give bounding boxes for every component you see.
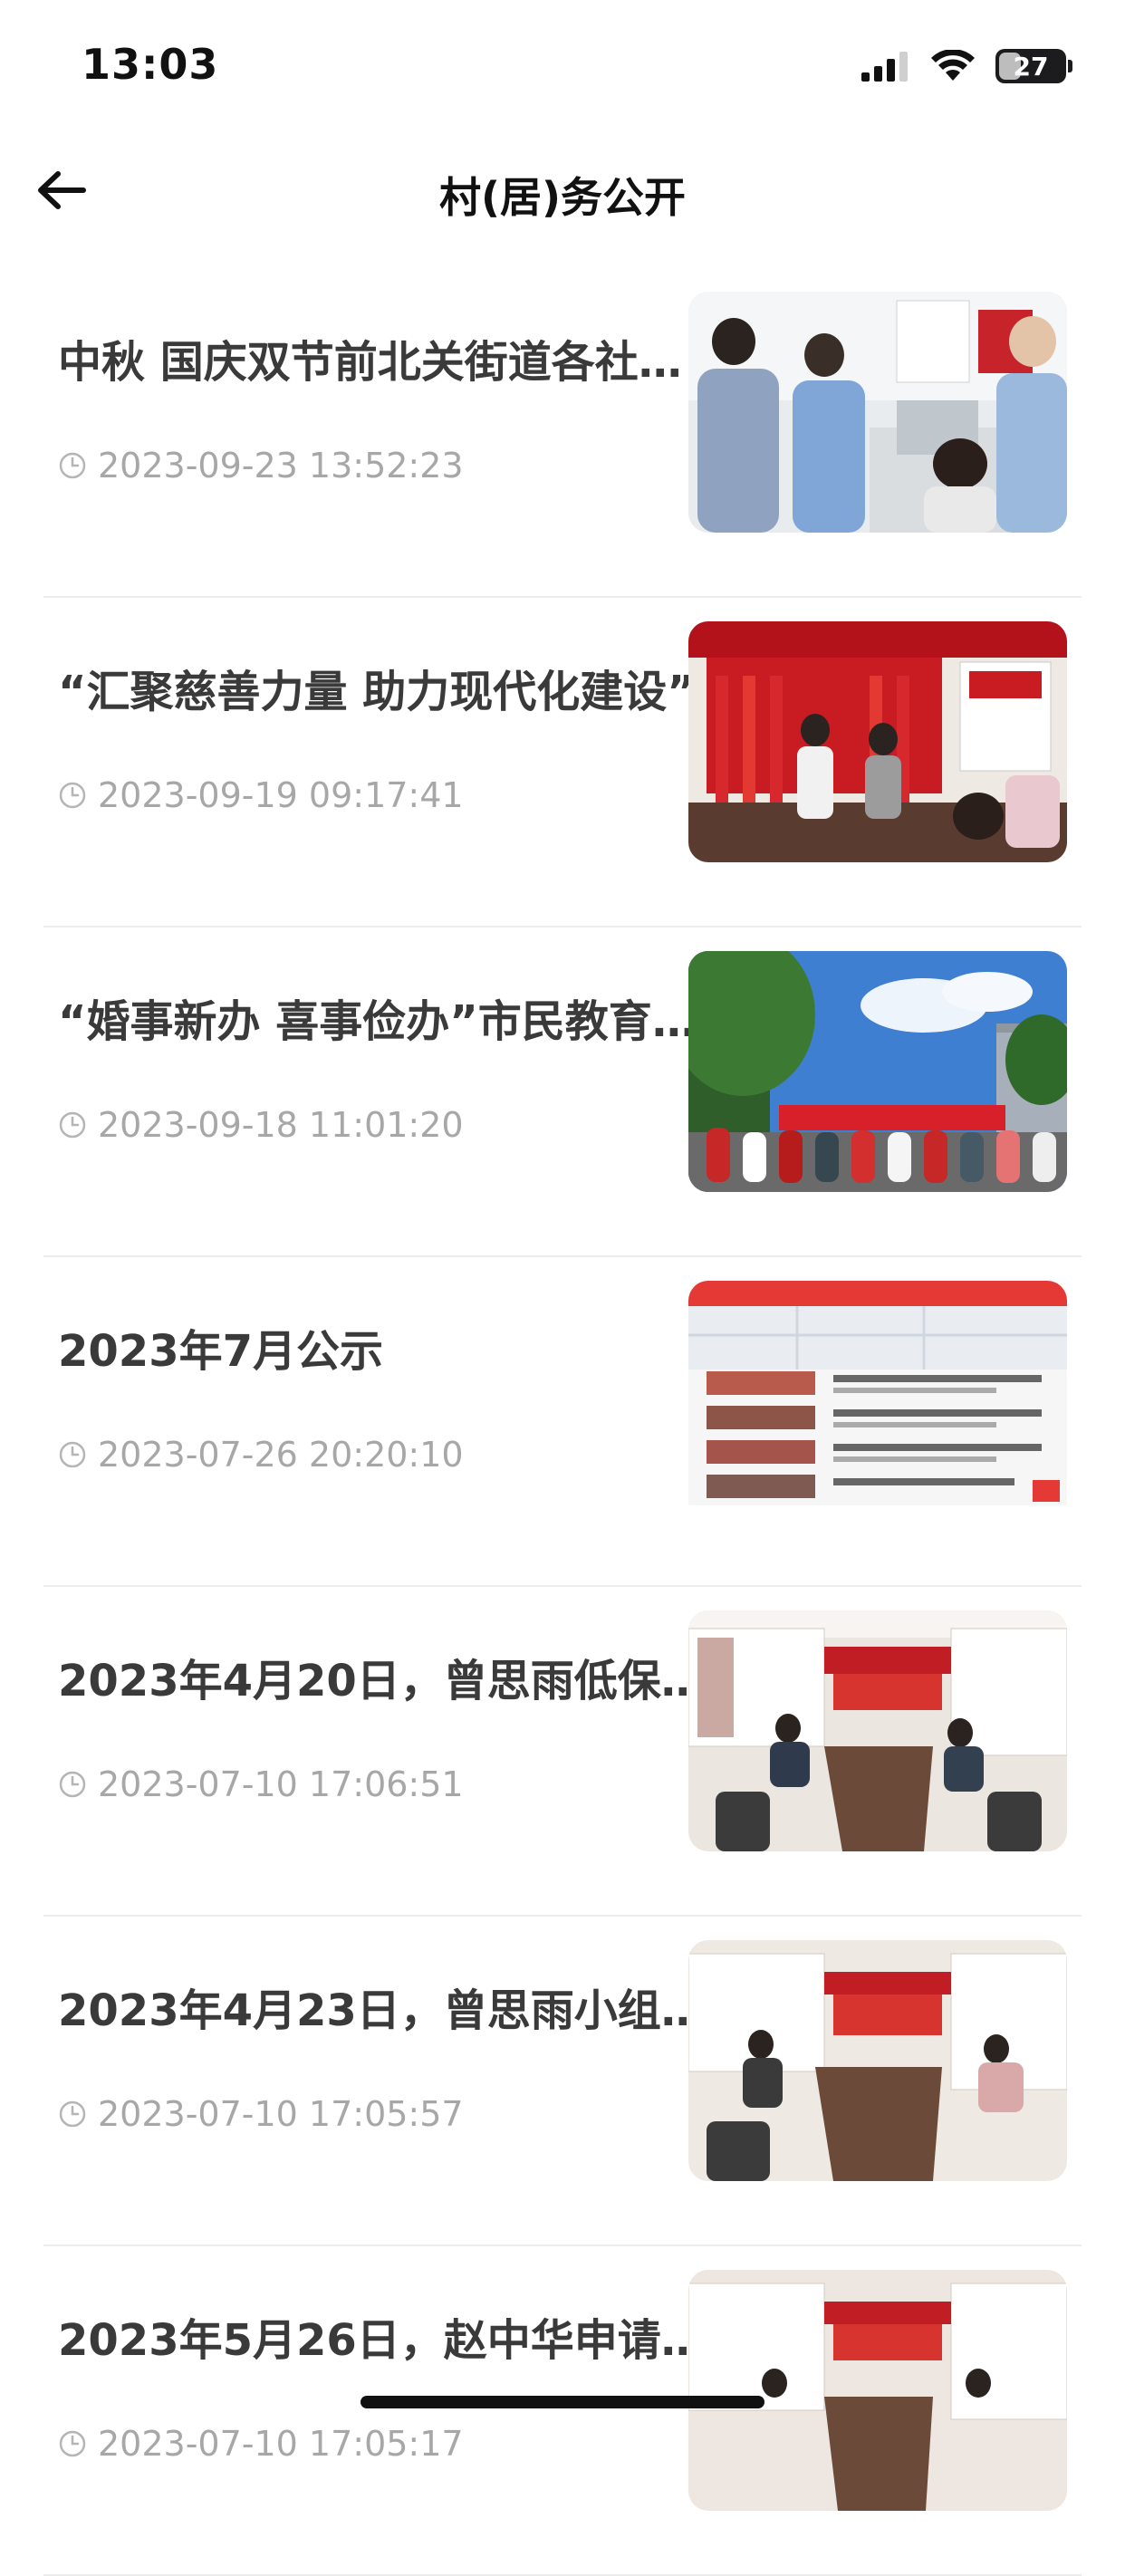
- article-date: 2023-07-10 17:05:17: [58, 2424, 464, 2464]
- article-thumbnail[interactable]: [688, 292, 1067, 533]
- article-date-text: 2023-07-26 20:20:10: [98, 1435, 464, 1475]
- signal-icon: [861, 52, 908, 82]
- party-room-donation-photo: [688, 621, 1067, 862]
- article-title: “婚事新办 喜事俭办”市民教育活动: [58, 996, 719, 1047]
- list-item[interactable]: 2023年5月26日，赵中华申请公示 2023-07-10 17:05:17: [43, 2246, 1082, 2576]
- article-thumbnail[interactable]: [688, 1940, 1067, 2181]
- meeting-room-photo: [688, 2270, 1067, 2511]
- article-title: 2023年4月23日，曾思雨小组会议: [58, 1985, 719, 2036]
- list-item[interactable]: 2023年4月20日，曾思雨低保公示 2023-07-10 17:06:51: [43, 1587, 1082, 1917]
- article-title: 2023年5月26日，赵中华申请公示: [58, 2315, 719, 2366]
- status-icons: 27: [860, 49, 1072, 83]
- home-indicator[interactable]: [361, 2396, 764, 2408]
- article-thumbnail[interactable]: [688, 621, 1067, 862]
- article-title: 2023年7月公示: [58, 1326, 383, 1377]
- officials-inspection-photo: [688, 292, 1067, 533]
- article-thumbnail[interactable]: [688, 951, 1067, 1192]
- article-date: 2023-09-23 13:52:23: [58, 446, 464, 485]
- article-date: 2023-09-19 09:17:41: [58, 775, 464, 815]
- meeting-room-photo: [688, 1940, 1067, 2181]
- battery-level: 27: [1013, 51, 1049, 82]
- article-date: 2023-07-26 20:20:10: [58, 1435, 464, 1475]
- article-date: 2023-07-10 17:06:51: [58, 1764, 464, 1804]
- list-item[interactable]: “汇聚慈善力量 助力现代化建设” 2023-09-19 09:17:41: [43, 598, 1082, 928]
- article-title: 2023年4月20日，曾思雨低保公示: [58, 1656, 719, 1706]
- article-title: “汇聚慈善力量 助力现代化建设”: [58, 667, 696, 717]
- page-title: 村(居)务公开: [438, 173, 687, 222]
- article-thumbnail[interactable]: [688, 1610, 1067, 1851]
- app-screenshot-thumbnail: [688, 1281, 1067, 1522]
- list-item[interactable]: “婚事新办 喜事俭办”市民教育活动 2023-09-18 11:01:20: [43, 928, 1082, 1257]
- article-thumbnail[interactable]: [688, 1281, 1067, 1522]
- status-time: 13:03: [82, 40, 219, 89]
- article-title: 中秋 国庆双节前北关街道各社区开展食品安全检查: [58, 337, 719, 388]
- clock-icon: [59, 1111, 86, 1139]
- article-list: 中秋 国庆双节前北关街道各社区开展食品安全检查 2023-09-23 13:52…: [0, 268, 1125, 2576]
- status-bar: 13:03 27: [0, 0, 1125, 136]
- list-item[interactable]: 2023年7月公示 2023-07-26 20:20:10: [43, 1257, 1082, 1587]
- clock-icon: [59, 1771, 86, 1798]
- article-date-text: 2023-09-23 13:52:23: [98, 446, 464, 485]
- article-date-text: 2023-09-19 09:17:41: [98, 775, 464, 815]
- clock-icon: [59, 2100, 86, 2128]
- meeting-room-photo: [688, 1610, 1067, 1851]
- outdoor-crowd-banner-photo: [688, 951, 1067, 1192]
- wifi-icon: [931, 50, 975, 81]
- nav-bar: 村(居)务公开: [0, 145, 1125, 235]
- battery-icon: 27: [995, 49, 1066, 83]
- article-date-text: 2023-07-10 17:06:51: [98, 1764, 464, 1804]
- list-item[interactable]: 中秋 国庆双节前北关街道各社区开展食品安全检查 2023-09-23 13:52…: [43, 268, 1082, 598]
- article-date: 2023-07-10 17:05:57: [58, 2094, 464, 2134]
- list-item[interactable]: 2023年4月23日，曾思雨小组会议 2023-07-10 17:05:57: [43, 1917, 1082, 2246]
- clock-icon: [59, 782, 86, 809]
- clock-icon: [59, 1441, 86, 1468]
- article-date-text: 2023-09-18 11:01:20: [98, 1105, 464, 1145]
- article-date-text: 2023-07-10 17:05:57: [98, 2094, 464, 2134]
- clock-icon: [59, 2430, 86, 2457]
- article-date: 2023-09-18 11:01:20: [58, 1105, 464, 1145]
- article-date-text: 2023-07-10 17:05:17: [98, 2424, 464, 2464]
- clock-icon: [59, 452, 86, 479]
- article-thumbnail[interactable]: [688, 2270, 1067, 2511]
